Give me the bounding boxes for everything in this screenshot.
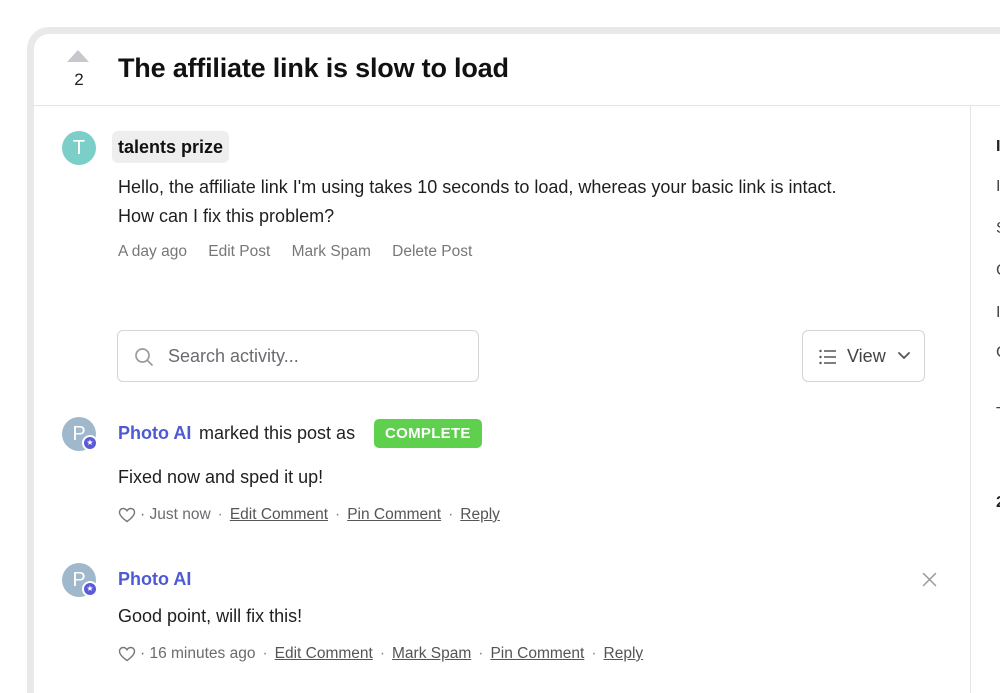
star-badge-icon: ★ (82, 435, 98, 451)
comment-meta: · 16 minutes ago · Edit Comment · Mark S… (118, 645, 643, 663)
pin-comment-link[interactable]: Pin Comment (347, 506, 441, 524)
sidebar-partial-text: I (996, 178, 1000, 195)
edit-comment-link[interactable]: Edit Comment (275, 645, 373, 663)
activity-action-text: marked this post as (199, 423, 356, 443)
mark-spam-link[interactable]: Mark Spam (392, 645, 471, 663)
edit-comment-link[interactable]: Edit Comment (230, 506, 328, 524)
comment-timestamp: · 16 minutes ago (140, 645, 256, 662)
pin-comment-link[interactable]: Pin Comment (490, 645, 584, 663)
view-button[interactable]: View (802, 330, 925, 382)
comment-meta: · Just now · Edit Comment · Pin Comment … (118, 506, 500, 524)
list-icon (819, 349, 836, 365)
sidebar-partial-text: I (996, 304, 1000, 321)
separator: · (379, 645, 386, 662)
separator: · (262, 645, 268, 662)
vote-count: 2 (74, 70, 84, 89)
post-timestamp: A day ago (118, 243, 187, 260)
separator: · (591, 645, 597, 662)
close-icon[interactable] (922, 572, 937, 587)
star-badge-icon: ★ (82, 581, 98, 597)
separator: · (478, 645, 484, 662)
heart-icon[interactable] (118, 646, 136, 662)
mark-spam-button[interactable]: Mark Spam (292, 243, 371, 260)
sidebar-partial-text: C (996, 344, 1000, 362)
sidebar-partial-text: I (996, 138, 1000, 155)
post-body: Hello, the affiliate link I'm using take… (118, 173, 918, 231)
sidebar-partial-text: S (996, 220, 1000, 238)
heart-icon[interactable] (118, 507, 136, 523)
search-input[interactable] (168, 331, 468, 381)
status-badge: COMPLETE (374, 419, 482, 448)
sidebar-divider (970, 106, 971, 693)
comment-body: Fixed now and sped it up! (118, 467, 324, 487)
post-header: 2 The affiliate link is slow to load (34, 34, 1000, 106)
comment-timestamp: · Just now (140, 506, 211, 523)
author-avatar: T (62, 131, 96, 165)
view-label: View (847, 346, 886, 366)
author-name[interactable]: talents prize (112, 131, 230, 163)
delete-post-button[interactable]: Delete Post (392, 243, 472, 260)
commenter-name[interactable]: Photo AI (118, 569, 191, 590)
search-icon (135, 348, 153, 366)
upvote-arrow-icon[interactable] (67, 50, 89, 62)
commenter-name[interactable]: Photo AI (118, 423, 191, 444)
sidebar-partial-text: C (996, 262, 1000, 280)
separator: · (217, 506, 223, 523)
post-meta: A day ago Edit Post Mark Spam Delete Pos… (118, 243, 489, 261)
post-body-line: Hello, the affiliate link I'm using take… (118, 177, 837, 197)
chevron-down-icon (898, 352, 910, 359)
edit-post-button[interactable]: Edit Post (208, 243, 270, 260)
reply-link[interactable]: Reply (604, 645, 644, 663)
separator: · (335, 506, 341, 523)
comment-body: Good point, will fix this! (118, 606, 303, 626)
sidebar-partial-text: T (996, 405, 1000, 423)
separator: · (448, 506, 454, 523)
search-box[interactable] (117, 330, 479, 382)
reply-link[interactable]: Reply (460, 506, 500, 524)
post-body-line: How can I fix this problem? (118, 206, 335, 226)
post-title: The affiliate link is slow to load (118, 53, 509, 83)
sidebar-partial-text: 2 (996, 494, 1000, 512)
